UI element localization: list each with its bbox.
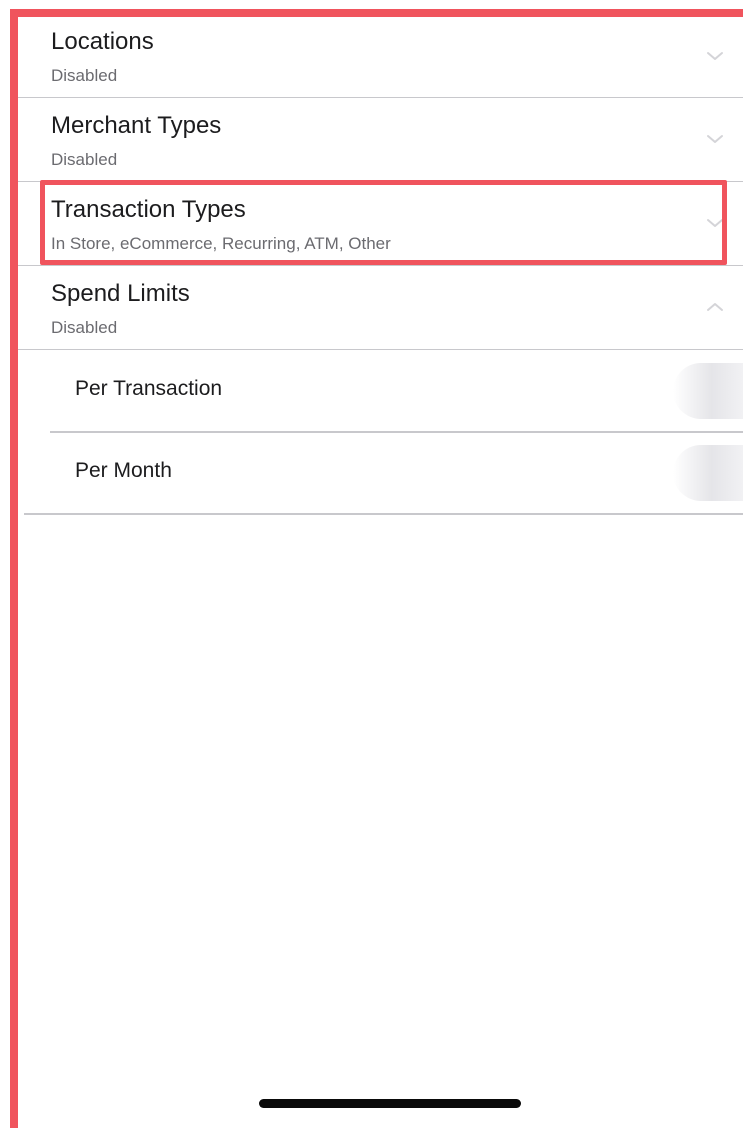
section-divider	[24, 513, 743, 515]
chevron-down-icon[interactable]	[705, 132, 725, 146]
row-title: Transaction Types	[51, 196, 246, 223]
row-title: Merchant Types	[51, 112, 222, 139]
row-subtitle: In Store, eCommerce, Recurring, ATM, Oth…	[51, 234, 391, 253]
row-subtitle: Disabled	[51, 150, 118, 169]
chevron-up-icon[interactable]	[705, 300, 725, 314]
row-title: Locations	[51, 28, 154, 55]
chevron-down-icon[interactable]	[705, 216, 725, 230]
row-subtitle: Disabled	[51, 318, 118, 337]
per-transaction-toggle[interactable]	[673, 363, 743, 419]
settings-row-transaction-types[interactable]: Transaction Types In Store, eCommerce, R…	[18, 182, 743, 266]
chevron-down-icon[interactable]	[705, 49, 725, 63]
row-title: Spend Limits	[51, 280, 190, 307]
spend-limit-label: Per Month	[75, 459, 172, 482]
home-indicator[interactable]	[259, 1099, 521, 1108]
spend-limit-per-transaction[interactable]: Per Transaction	[18, 350, 743, 433]
per-month-toggle[interactable]	[673, 445, 743, 501]
spend-limit-label: Per Transaction	[75, 377, 223, 400]
settings-row-merchant-types[interactable]: Merchant Types Disabled	[18, 98, 743, 182]
card-controls-screen: Locations Disabled Merchant Types Disabl…	[18, 17, 743, 1128]
spend-limit-per-month[interactable]: Per Month	[18, 432, 743, 514]
settings-row-spend-limits[interactable]: Spend Limits Disabled	[18, 266, 743, 350]
row-subtitle: Disabled	[51, 66, 118, 85]
settings-row-locations[interactable]: Locations Disabled	[18, 17, 743, 98]
